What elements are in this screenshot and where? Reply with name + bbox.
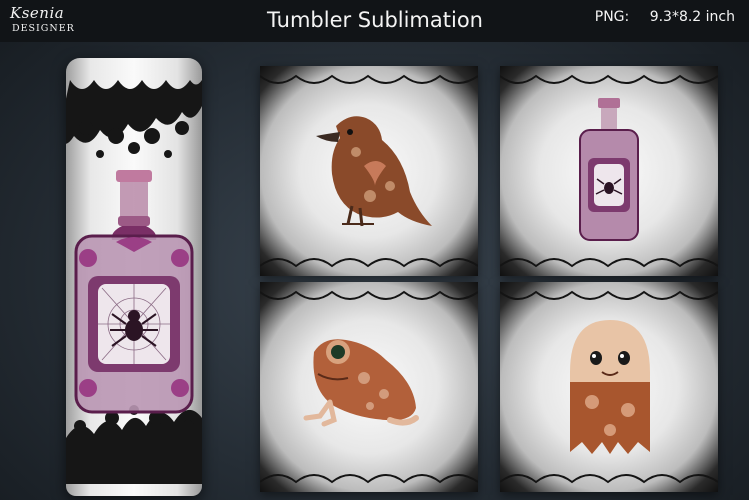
format-label: PNG: (594, 9, 630, 25)
design-tile-frog[interactable] (260, 282, 478, 492)
brand-logo: Ksenia DESIGNER (10, 4, 80, 38)
design-tile-raven[interactable] (260, 66, 478, 276)
size-label: 9.3*8.2 inch (649, 9, 735, 25)
raven-icon (316, 116, 432, 227)
potion-bottle-icon (579, 98, 639, 241)
brand-subtitle: DESIGNER (12, 23, 75, 34)
design-tile-ghost[interactable] (500, 282, 718, 492)
frog-icon (303, 339, 419, 427)
ghost-icon (570, 320, 650, 454)
page-title: Tumbler Sublimation (267, 8, 483, 32)
tumbler-mockup (66, 58, 202, 496)
brand-name: Ksenia (10, 4, 65, 22)
top-bar: Ksenia DESIGNER Tumbler Sublimation PNG:… (0, 0, 749, 42)
file-spec: PNG: 9.3*8.2 inch (595, 9, 735, 25)
design-tile-bottle[interactable] (500, 66, 718, 276)
potion-bottle-spider-icon (66, 80, 202, 484)
